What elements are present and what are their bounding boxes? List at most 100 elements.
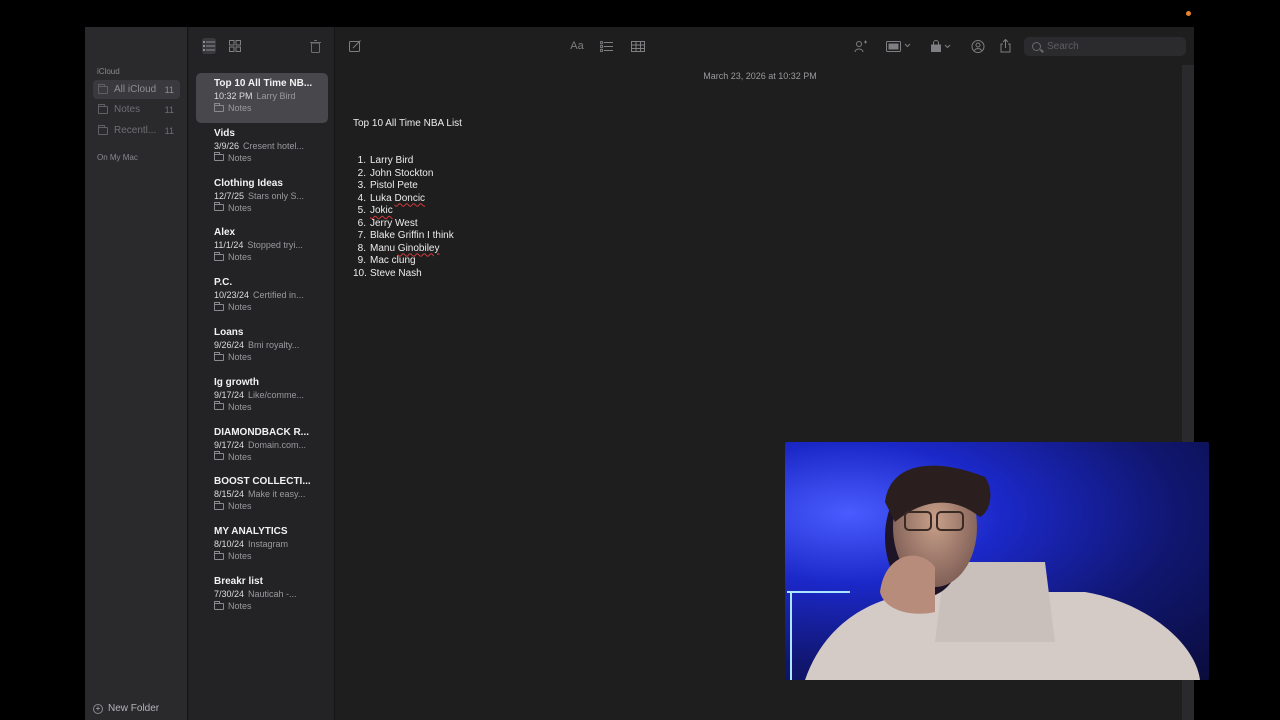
note-list-item[interactable]: Loans 9/26/24 Bmi royalty... Notes [196,322,328,372]
note-title: Loans [214,327,244,338]
section-on-my-mac[interactable]: On My Mac [97,153,138,162]
list-item-number: 1. [357,155,366,166]
list-item[interactable]: 1. Larry Bird [353,155,454,168]
list-item-number: 4. [357,192,366,204]
note-date: 10:32 PM [214,91,253,101]
note-preview-row: 10/23/24 Certified in... [214,289,328,301]
list-item[interactable]: 10. Steve Nash [353,268,454,281]
sidebar-item-all-icloud[interactable]: All iCloud 11 [93,80,180,99]
note-folder-row: Notes [214,102,328,114]
list-item-text: Jerry West [370,217,418,229]
note-folder: Notes [228,601,252,611]
note-list-item[interactable]: P.C. 10/23/24 Certified in... Notes [196,272,328,322]
folder-sidebar: iCloud All iCloud 11 Notes 11 Recentl...… [85,27,188,720]
note-title: Clothing Ideas [214,177,283,189]
note-folder: Notes [228,302,252,313]
checklist-icon[interactable] [599,38,613,54]
compose-icon[interactable] [348,38,362,54]
folder-icon [214,550,224,560]
misspelled-word[interactable]: Ginobiley [398,243,440,254]
list-item-number: 7. [357,230,366,241]
list-item[interactable]: 9. Mac clung [353,255,454,268]
note-preview: Make it easy... [248,489,306,500]
gallery-view-icon[interactable] [228,38,242,54]
list-item[interactable]: 8. Manu Ginobiley [353,243,454,256]
note-list-item[interactable]: Top 10 All Time NB... 10:32 PM Larry Bird N… [196,73,328,123]
note-body-title[interactable]: Top 10 All Time NBA List [353,118,462,129]
list-item[interactable]: 6. Jerry West [353,218,454,231]
list-item-text-part: Manu [370,242,398,254]
collaboration-status-icon[interactable] [970,38,986,54]
note-preview-row: 12/7/25 Stars only S... [214,190,328,202]
note-preview: Stopped tryi... [247,240,303,251]
note-title: MY ANALYTICS [214,526,288,538]
note-list-item[interactable]: Clothing Ideas 12/7/25 Stars only S... Note… [196,173,328,223]
misspelled-word[interactable]: Jokic [370,205,393,216]
sidebar-item-label: All iCloud [114,84,157,95]
note-folder-row: Notes [214,351,328,363]
lock-icon[interactable] [930,38,954,54]
note-list-item[interactable]: Vids 3/9/26 Cresent hotel... Notes [196,123,328,173]
sidebar-item-recently-deleted[interactable]: Recentl... 11 [93,121,180,140]
folder-icon [214,351,224,361]
list-item-number: 2. [357,167,366,179]
sidebar-item-count: 11 [164,125,174,136]
search-field[interactable] [1024,37,1186,56]
folder-icon [214,600,224,610]
note-list-item[interactable]: Breakr list 7/30/24 Nauticah -... Notes [196,571,328,621]
note-folder: Notes [228,401,252,412]
search-input[interactable] [1047,41,1167,52]
note-folder: Notes [228,152,252,163]
note-preview-row: 7/30/24 Nauticah -... [214,588,328,600]
note-folder-row: Notes [214,152,328,164]
note-folder-row: Notes [214,550,328,562]
note-preview-row: 8/10/24 Instagram [214,538,328,550]
list-item[interactable]: 5. Jokic [353,205,454,218]
note-list-item[interactable]: Alex 11/1/24 Stopped tryi... Notes [196,222,328,272]
list-item[interactable]: 3. Pistol Pete [353,180,454,193]
list-item-number: 5. [357,205,366,216]
note-preview-row: 8/15/24 Make it easy... [214,488,328,500]
list-view-icon[interactable] [202,38,216,54]
folder-icon [214,202,224,212]
sidebar-item-notes[interactable]: Notes 11 [93,100,180,119]
list-item[interactable]: 7. Blake Griffin I think [353,230,454,243]
note-title: P.C. [214,277,233,289]
note-preview-row: 3/9/26 Cresent hotel... [214,140,328,152]
table-icon[interactable] [630,38,646,54]
note-list-item[interactable]: Ig growth 9/17/24 Like/comme... Notes [196,372,328,422]
note-list-item[interactable]: DIAMONDBACK R... 9/17/24 Domain.com... Note… [196,422,328,472]
folder-icon [98,124,108,135]
note-preview: Like/comme... [248,389,305,400]
webcam-overlay [785,442,1209,680]
share-icon[interactable] [998,38,1012,54]
media-icon[interactable] [885,38,913,54]
note-preview: Nauticah -... [248,589,297,599]
misspelled-word[interactable]: Doncic [394,193,425,204]
sidebar-item-count: 11 [164,104,174,115]
new-folder-button[interactable]: + New Folder [93,703,159,714]
folder-icon [214,301,224,311]
collaborate-icon[interactable] [853,38,869,54]
list-item-number: 10. [353,267,367,279]
list-item-text: John Stockton [370,167,434,179]
note-date: 7/30/24 [214,589,245,599]
note-timestamp: March 23, 2026 at 10:32 PM [703,71,817,81]
text-format-icon[interactable]: Aa [568,38,586,54]
note-folder: Notes [228,501,252,512]
note-title: Breakr list [214,576,263,587]
trash-icon[interactable] [308,38,322,54]
note-preview: Cresent hotel... [243,140,305,151]
note-folder-row: Notes [214,202,328,214]
note-numbered-list[interactable]: 1. Larry Bird 2. John Stockton 3. Pistol Pete… [353,155,454,280]
list-item-text: Luka Doncic [370,193,425,206]
folder-icon [214,500,224,510]
note-list-item[interactable]: MY ANALYTICS 8/10/24 Instagram Notes [196,521,328,571]
note-preview: Certified in... [253,290,304,301]
sidebar-item-label: Notes [114,104,141,115]
list-item[interactable]: 4. Luka Doncic [353,193,454,206]
list-item-text: Manu Ginobiley [370,243,440,256]
note-title: Top 10 All Time NB... [214,78,313,89]
note-list-item[interactable]: BOOST COLLECTI... 8/15/24 Make it easy... N… [196,471,328,521]
list-item[interactable]: 2. John Stockton [353,168,454,181]
